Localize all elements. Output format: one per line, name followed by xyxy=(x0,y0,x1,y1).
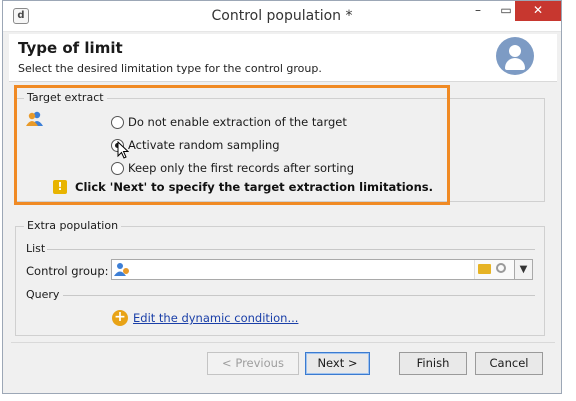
next-button[interactable]: Next > xyxy=(305,352,370,375)
magnifier-icon[interactable] xyxy=(496,263,506,273)
control-population-window: d Control population * – ▭ ✕ Type of lim… xyxy=(2,0,562,394)
query-divider xyxy=(63,295,535,296)
finish-button[interactable]: Finish xyxy=(399,352,467,375)
previous-button[interactable]: < Previous xyxy=(207,352,299,375)
title-bar: d Control population * – ▭ ✕ xyxy=(3,1,561,32)
page-title: Type of limit xyxy=(18,39,123,57)
list-section-label: List xyxy=(26,242,46,255)
highlight-box xyxy=(14,85,450,205)
group-icon xyxy=(114,263,129,276)
control-group-select[interactable]: ▼ xyxy=(111,259,533,280)
edit-condition-row[interactable]: + Edit the dynamic condition... xyxy=(112,310,298,326)
combo-tools xyxy=(474,260,514,279)
wizard-header: Type of limit Select the desired limitat… xyxy=(9,34,557,82)
extra-population-legend: Extra population xyxy=(24,219,122,232)
user-avatar-icon xyxy=(496,37,534,75)
page-subtitle: Select the desired limitation type for t… xyxy=(18,62,322,75)
edit-dynamic-condition-link[interactable]: Edit the dynamic condition... xyxy=(133,311,298,325)
folder-icon[interactable] xyxy=(478,264,491,274)
list-divider xyxy=(47,249,535,250)
add-icon[interactable]: + xyxy=(112,310,128,326)
query-section-label: Query xyxy=(26,288,60,301)
footer-divider xyxy=(11,342,555,343)
minimize-button[interactable]: – xyxy=(465,1,491,21)
cancel-button[interactable]: Cancel xyxy=(475,352,543,375)
chevron-down-icon[interactable]: ▼ xyxy=(514,260,532,279)
close-button[interactable]: ✕ xyxy=(515,1,561,21)
control-group-label: Control group: xyxy=(26,264,109,278)
